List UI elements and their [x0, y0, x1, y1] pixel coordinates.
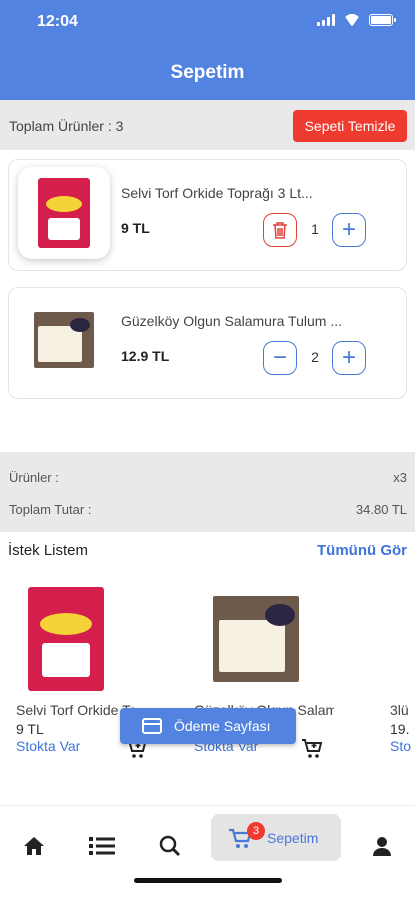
wishlist-carousel[interactable]: Selvi Torf Orkide To 9 TL Stokta Var Güz…	[0, 574, 415, 774]
bottom-nav: 3 Sepetim	[0, 805, 415, 900]
cart-item[interactable]: Selvi Torf Orkide Toprağı 3 Lt... 9 TL 1…	[8, 159, 407, 271]
product-price: 9 TL	[121, 220, 150, 236]
product-price: 12.9 TL	[121, 348, 170, 364]
wishlist-header: İstek Listem Tümünü Gör	[0, 540, 415, 564]
app-header: 12:04 Sepetim	[0, 0, 415, 100]
product-image[interactable]	[210, 584, 302, 694]
total-label: Toplam Tutar :	[9, 502, 92, 517]
total-value: 34.80 TL	[355, 502, 407, 517]
list-icon[interactable]	[82, 826, 122, 866]
nav-cart-tab[interactable]: 3 Sepetim	[211, 814, 341, 861]
page-title: Sepetim	[170, 62, 245, 83]
status-time: 12:04	[37, 13, 78, 30]
products-value: x3	[393, 470, 407, 485]
checkout-label: Ödeme Sayfası	[174, 718, 271, 734]
user-icon[interactable]	[362, 826, 402, 866]
product-price: 9 TL	[16, 721, 44, 737]
home-icon[interactable]	[14, 826, 54, 866]
home-indicator	[134, 878, 282, 883]
stock-status: Stokta Var	[16, 738, 81, 754]
products-label: Ürünler :	[9, 470, 59, 485]
cart-item[interactable]: Güzelköy Olgun Salamura Tulum ... 12.9 T…	[8, 287, 407, 399]
wishlist-title: İstek Listem	[8, 542, 89, 559]
total-items-label: Toplam Ürünler : 3	[9, 118, 124, 134]
product-price: 19.	[390, 721, 410, 737]
product-image[interactable]	[18, 167, 110, 259]
quantity-value: 2	[311, 349, 319, 365]
product-image[interactable]	[28, 304, 100, 376]
cart-badge: 3	[247, 822, 265, 840]
minus-icon[interactable]: −	[263, 341, 297, 375]
clear-cart-button[interactable]: Sepeti Temizle	[293, 110, 407, 142]
status-icons	[317, 14, 396, 26]
signal-icon	[317, 14, 335, 26]
wifi-icon	[343, 14, 361, 26]
stock-status: Sto	[390, 738, 412, 754]
nav-cart-label: Sepetim	[267, 829, 319, 846]
search-icon[interactable]	[150, 826, 190, 866]
checkout-button[interactable]: Ödeme Sayfası	[120, 708, 296, 744]
quantity-value: 1	[311, 221, 319, 237]
plus-icon[interactable]: +	[332, 341, 366, 375]
cart-toolbar: Toplam Ürünler : 3 Sepeti Temizle	[0, 100, 415, 150]
product-image[interactable]	[20, 584, 112, 694]
cart-list: Selvi Torf Orkide Toprağı 3 Lt... 9 TL 1…	[0, 150, 415, 452]
see-all-link[interactable]: Tümünü Gör	[317, 542, 407, 559]
product-name[interactable]: Selvi Torf Orkide Toprağı 3 Lt...	[121, 185, 351, 201]
total-row: Toplam Tutar : 34.80 TL	[9, 502, 407, 517]
product-name[interactable]: 3lü	[390, 702, 415, 718]
plus-icon[interactable]: +	[332, 213, 366, 247]
battery-icon	[369, 14, 396, 26]
credit-card-icon	[142, 718, 162, 734]
trash-icon[interactable]	[263, 213, 297, 247]
product-name[interactable]: Güzelköy Olgun Salamura Tulum ...	[121, 313, 351, 329]
products-count-row: Ürünler : x3	[9, 470, 407, 485]
cart-summary: Ürünler : x3 Toplam Tutar : 34.80 TL	[0, 452, 415, 532]
add-to-cart-icon[interactable]	[300, 736, 326, 760]
